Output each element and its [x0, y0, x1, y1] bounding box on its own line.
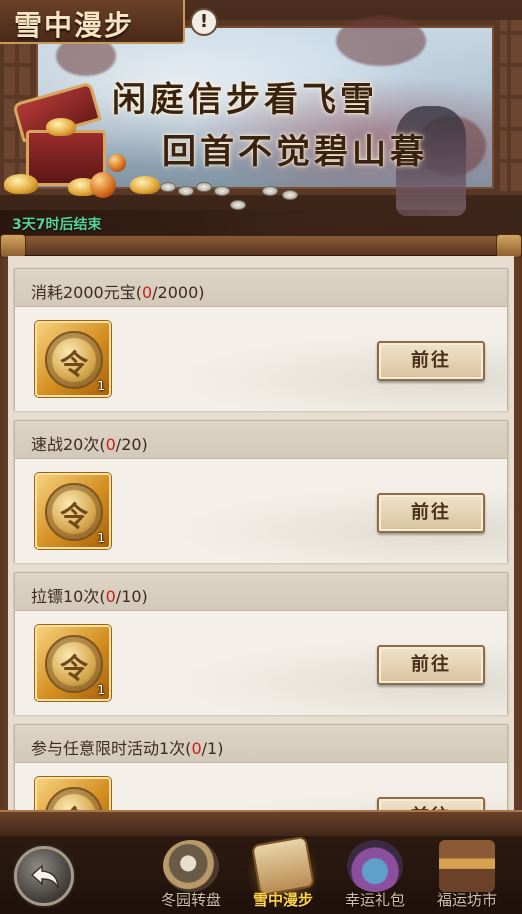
task-card: 参与任意限时活动1次(0/1) 1 前往 [14, 724, 508, 812]
task-progress-total: /10) [115, 587, 148, 606]
task-card: 拉镖10次(0/10) 1 前往 [14, 572, 508, 715]
token-coin-icon [45, 635, 103, 693]
task-title: 拉镖10次(0/10) [15, 573, 507, 611]
task-progress-total: /20) [115, 435, 148, 454]
task-card: 速战20次(0/20) 1 前往 [14, 420, 508, 563]
banner-poem-line1: 闲庭信步看飞雪 [112, 80, 378, 120]
reward-count: 1 [97, 531, 105, 545]
back-arrow-icon [30, 864, 59, 889]
reward-count: 1 [97, 379, 105, 393]
reward-count: 1 [97, 683, 105, 697]
task-title: 参与任意限时活动1次(0/1) [15, 725, 507, 763]
task-list[interactable]: 消耗2000元宝(0/2000) 1 前往 速战20次(0/20) 1 前往 拉… [8, 256, 514, 812]
token-coin-icon [45, 331, 103, 389]
rod-cap-right [496, 234, 522, 258]
scroll-rod-top [0, 236, 522, 256]
nav-item-lucky-pack[interactable]: 幸运礼包 [330, 836, 420, 914]
go-button[interactable]: 前往 [377, 341, 485, 381]
countdown-timer: 3天7时后结束 [12, 217, 102, 233]
go-button[interactable]: 前往 [377, 645, 485, 685]
task-progress-total: /2000) [152, 283, 205, 302]
nav-label: 幸运礼包 [344, 891, 405, 909]
task-card: 消耗2000元宝(0/2000) 1 前往 [14, 268, 508, 411]
event-banner: 闲庭信步看飞雪 回首不觉碧山暮 雪中漫步 ! 3天7时后结束 [0, 0, 522, 235]
rod-cap-left [0, 234, 26, 258]
task-body: 1 前往 [15, 307, 507, 411]
reward-item[interactable]: 1 [35, 473, 111, 549]
page-title: 雪中漫步 [14, 9, 135, 42]
timer-bar: 3天7时后结束 [0, 210, 522, 235]
nav-label: 冬园转盘 [160, 891, 221, 909]
token-coin-icon [45, 483, 103, 541]
task-progress-current: 0 [141, 283, 153, 302]
banner-poem-line2: 回首不觉碧山暮 [162, 132, 428, 172]
task-progress-current: 0 [191, 739, 202, 758]
turntable-icon [163, 840, 219, 892]
reward-item[interactable]: 1 [35, 625, 111, 701]
treasure-chest-icon [4, 81, 126, 198]
scroll-icon [250, 835, 316, 897]
task-progress-current: 0 [105, 587, 116, 606]
nav-item-snow-walk[interactable]: 雪中漫步 [238, 835, 328, 914]
info-icon[interactable]: ! [190, 8, 218, 36]
task-title: 速战20次(0/20) [15, 421, 507, 459]
nav-item-fortune-market[interactable]: 福运坊市 [422, 836, 512, 914]
title-plate: 雪中漫步 [0, 0, 185, 44]
reward-item[interactable]: 1 [35, 321, 111, 397]
go-button[interactable]: 前往 [377, 493, 485, 533]
nav-label: 福运坊市 [436, 891, 497, 909]
token-coin-icon [45, 787, 103, 812]
task-progress-current: 0 [105, 435, 116, 454]
back-button[interactable] [14, 846, 74, 906]
bottom-nav: 冬园转盘 雪中漫步 幸运礼包 福运坊市 [0, 835, 522, 914]
gift-pouch-icon [347, 840, 403, 892]
task-body: 1 前往 [15, 459, 507, 563]
task-progress-total: /1) [201, 739, 224, 758]
nav-item-winter-wheel[interactable]: 冬园转盘 [146, 836, 236, 914]
reward-item[interactable]: 1 [35, 777, 111, 812]
market-stall-icon [439, 840, 495, 892]
nav-label: 雪中漫步 [252, 891, 313, 909]
task-title: 消耗2000元宝(0/2000) [15, 269, 507, 307]
task-body: 1 前往 [15, 611, 507, 715]
task-body: 1 前往 [15, 763, 507, 812]
